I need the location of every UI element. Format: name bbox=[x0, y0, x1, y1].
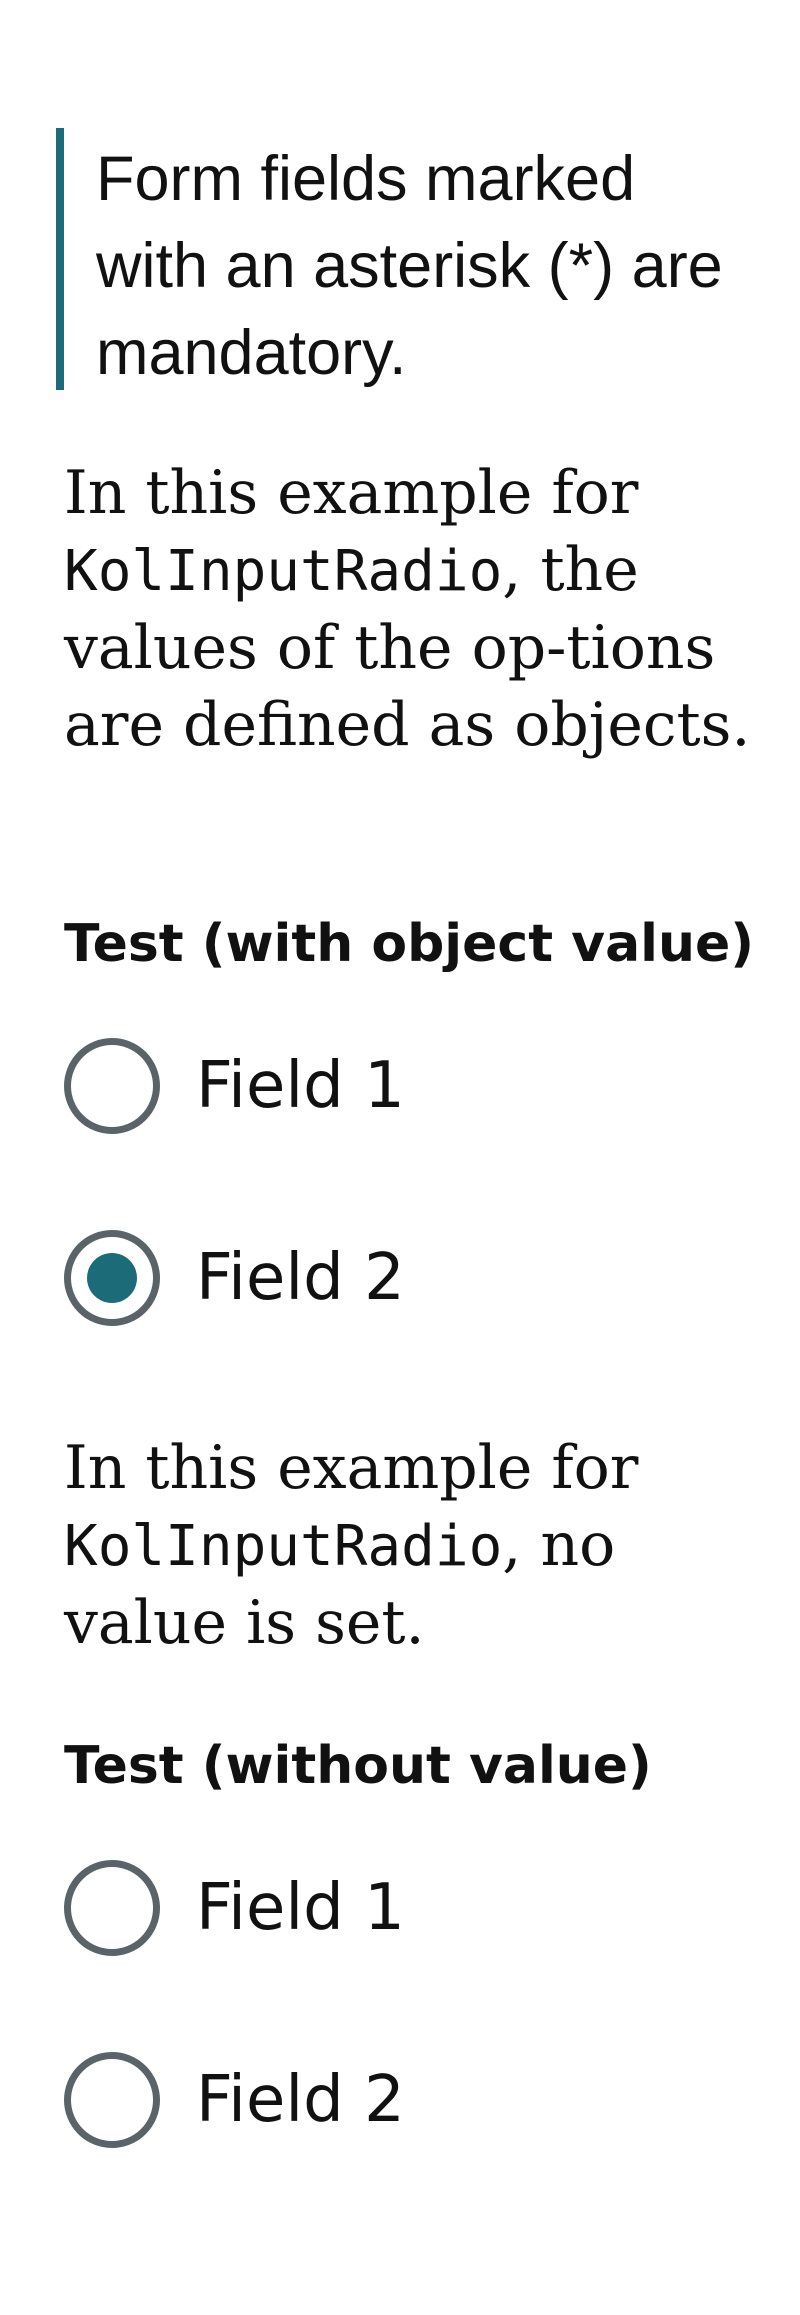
description-text-before: In this example for bbox=[64, 458, 639, 528]
radio-label: Field 1 bbox=[196, 1049, 405, 1123]
radio-label: Field 1 bbox=[196, 1871, 405, 1945]
component-name-code: KolInputRadio bbox=[64, 1514, 503, 1579]
example-description-without-value: In this example for KolInputRadio, no va… bbox=[64, 1430, 754, 1662]
radio-label: Field 2 bbox=[196, 2063, 405, 2137]
description-text-before: In this example for bbox=[64, 1433, 639, 1503]
radio-selected-dot-icon bbox=[87, 1253, 137, 1303]
radio-option-field-2-without-value[interactable]: Field 2 bbox=[64, 2050, 405, 2150]
radio-group-legend-object-value: Test (with object value) bbox=[64, 914, 755, 974]
component-name-code: KolInputRadio bbox=[64, 539, 503, 604]
notice-text: Form fields marked with an asterisk (*) … bbox=[96, 144, 723, 388]
page: Form fields marked with an asterisk (*) … bbox=[0, 0, 800, 2315]
radio-option-field-1-without-value[interactable]: Field 1 bbox=[64, 1858, 405, 1958]
radio-button-checked[interactable] bbox=[64, 1230, 160, 1326]
radio-label: Field 2 bbox=[196, 1241, 405, 1315]
radio-option-field-1-object-value[interactable]: Field 1 bbox=[64, 1036, 405, 1136]
example-description-object-value: In this example for KolInputRadio, the v… bbox=[64, 455, 754, 764]
radio-button-unchecked[interactable] bbox=[64, 1860, 160, 1956]
radio-group-legend-without-value: Test (without value) bbox=[64, 1736, 652, 1796]
radio-button-unchecked[interactable] bbox=[64, 2052, 160, 2148]
mandatory-fields-notice: Form fields marked with an asterisk (*) … bbox=[56, 128, 746, 390]
radio-option-field-2-object-value[interactable]: Field 2 bbox=[64, 1228, 405, 1328]
radio-button-unchecked[interactable] bbox=[64, 1038, 160, 1134]
